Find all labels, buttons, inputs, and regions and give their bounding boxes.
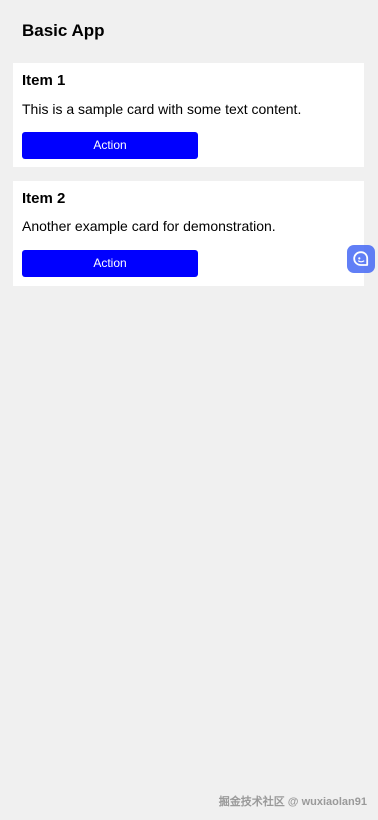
card-item-1: Item 1 This is a sample card with some t… [13,63,364,167]
action-button[interactable]: Action [22,132,198,159]
floating-assistant-button[interactable] [347,245,375,273]
card-text: Another example card for demonstration. [22,218,276,234]
watermark: 掘金技术社区 @ wuxiaolan91 [218,796,367,808]
card-item-2: Item 2 Another example card for demonstr… [13,181,364,286]
card-title: Item 2 [22,190,66,207]
chat-assistant-icon [352,250,370,268]
page-title: Basic App [22,21,105,40]
action-button[interactable]: Action [22,250,198,277]
card-title: Item 1 [22,72,66,89]
card-text: This is a sample card with some text con… [22,101,302,117]
